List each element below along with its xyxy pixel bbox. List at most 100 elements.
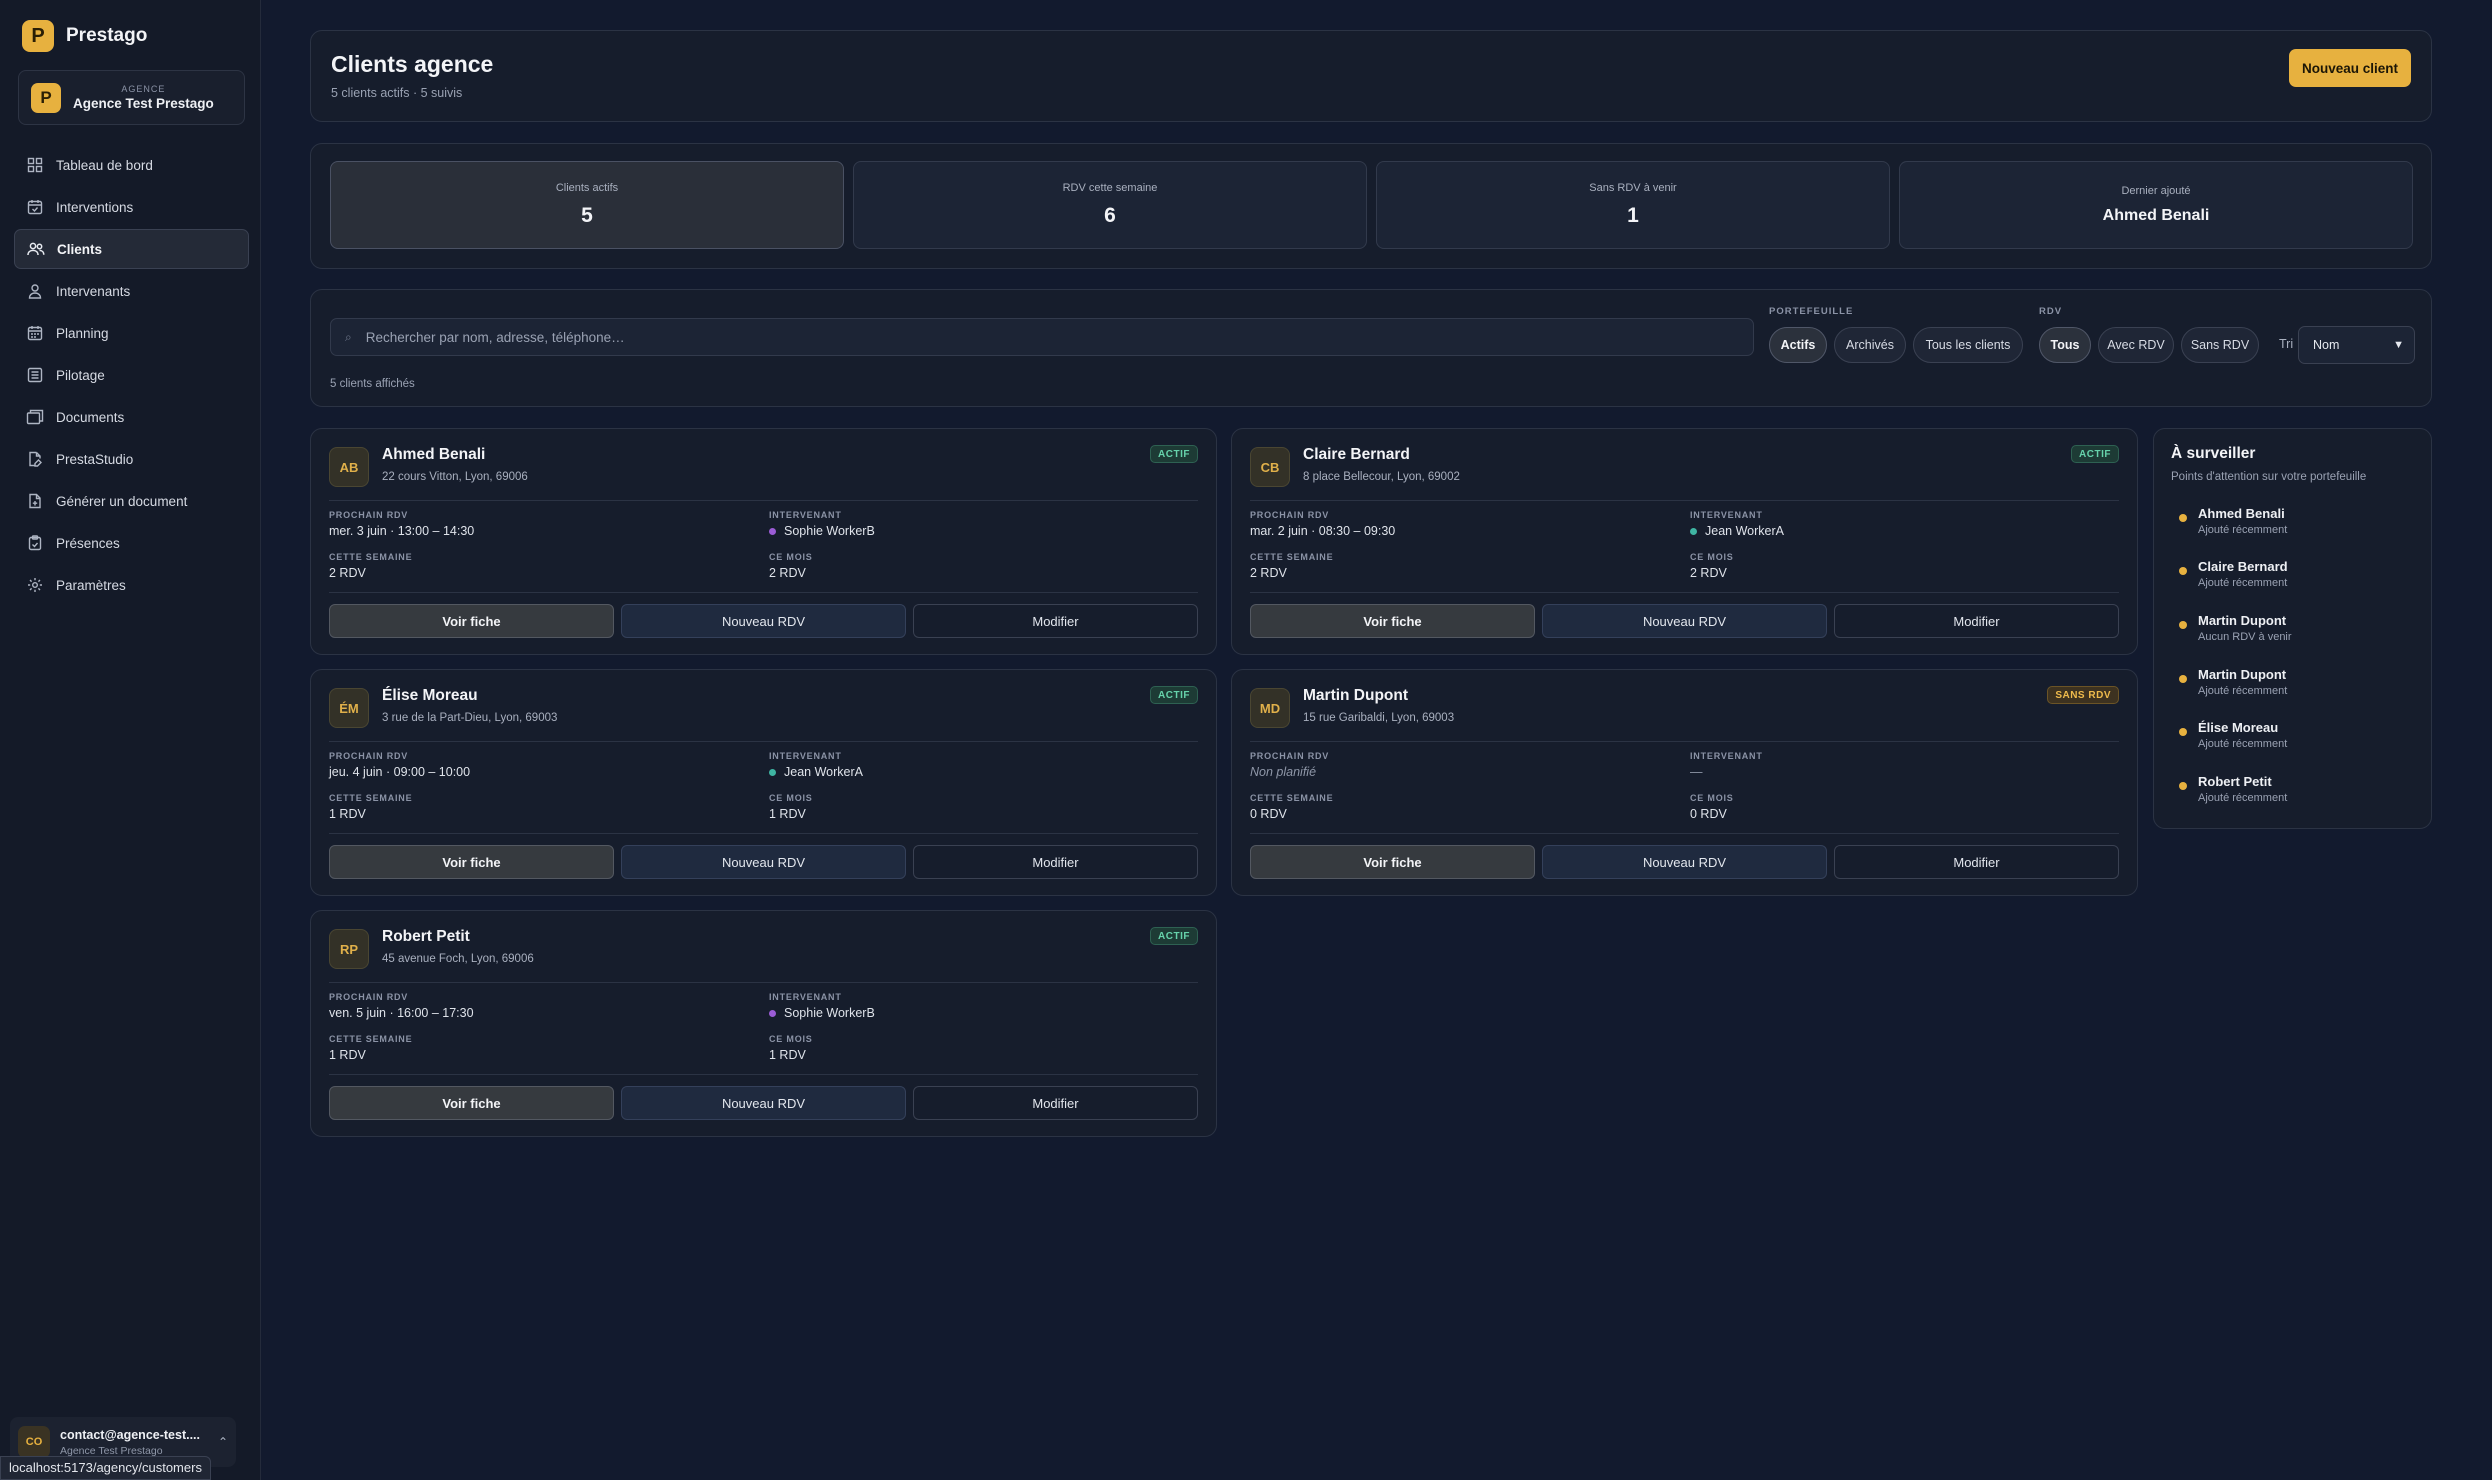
- filter-sans-rdv[interactable]: Sans RDV: [2181, 327, 2259, 363]
- watch-title: À surveiller: [2171, 445, 2256, 462]
- app-logo[interactable]: P Prestago: [22, 20, 147, 52]
- warning-dot: [2179, 514, 2187, 522]
- sidebar-item-label: Clients: [57, 241, 103, 257]
- warning-dot: [2179, 567, 2187, 575]
- documents-icon: [26, 408, 44, 426]
- page-subtitle: 5 clients actifs · 5 suivis: [331, 86, 463, 100]
- filter-archives[interactable]: Archivés: [1834, 327, 1906, 363]
- edit-client-button[interactable]: Modifier: [913, 604, 1198, 638]
- worker-value: Sophie WorkerB: [769, 1006, 875, 1020]
- next-rdv-label: PROCHAIN RDV: [1250, 510, 1330, 520]
- new-client-button[interactable]: Nouveau client: [2289, 49, 2411, 87]
- search-input[interactable]: ⌕ Rechercher par nom, adresse, téléphone…: [330, 318, 1754, 356]
- watch-subtitle: Points d'attention sur votre portefeuill…: [2171, 471, 2367, 483]
- stat-value: 6: [1104, 204, 1116, 227]
- sidebar-item-tableau-de-bord[interactable]: Tableau de bord: [14, 145, 249, 185]
- client-avatar: MD: [1250, 688, 1290, 728]
- client-name[interactable]: Claire Bernard: [1303, 446, 1410, 464]
- month-label: CE MOIS: [769, 552, 813, 562]
- view-client-button[interactable]: Voir fiche: [329, 845, 614, 879]
- divider: [329, 1074, 1198, 1075]
- sidebar-item-planning[interactable]: Planning: [14, 313, 249, 353]
- filter-rdv-tous[interactable]: Tous: [2039, 327, 2091, 363]
- edit-client-button[interactable]: Modifier: [913, 845, 1198, 879]
- sidebar-item-interventions[interactable]: Interventions: [14, 187, 249, 227]
- sidebar-item-intervenants[interactable]: Intervenants: [14, 271, 249, 311]
- watch-item[interactable]: Claire Bernard Ajouté récemment: [2171, 559, 2416, 599]
- stat-value: 5: [581, 204, 593, 227]
- view-client-button[interactable]: Voir fiche: [1250, 845, 1535, 879]
- watch-item[interactable]: Martin Dupont Ajouté récemment: [2171, 667, 2416, 707]
- watch-item-note: Ajouté récemment: [2198, 738, 2288, 750]
- next-rdv-value: Non planifié: [1250, 765, 1317, 779]
- filter-avec-rdv[interactable]: Avec RDV: [2098, 327, 2174, 363]
- divider: [329, 592, 1198, 593]
- sidebar-item-prestastudio[interactable]: PrestaStudio: [14, 439, 249, 479]
- warning-dot: [2179, 621, 2187, 629]
- sidebar-item-label: Documents: [56, 409, 125, 425]
- chevron-down-icon: ▼: [2393, 339, 2404, 351]
- month-label: CE MOIS: [769, 793, 813, 803]
- sidebar-item-generer-document[interactable]: Générer un document: [14, 481, 249, 521]
- filter-actifs[interactable]: Actifs: [1769, 327, 1827, 363]
- sidebar-item-pilotage[interactable]: Pilotage: [14, 355, 249, 395]
- new-rdv-button[interactable]: Nouveau RDV: [621, 845, 906, 879]
- week-value: 1 RDV: [329, 1048, 366, 1062]
- divider: [329, 982, 1198, 983]
- sidebar-item-label: Générer un document: [56, 493, 188, 509]
- month-label: CE MOIS: [1690, 552, 1734, 562]
- client-avatar: ÉM: [329, 688, 369, 728]
- client-card: MD Martin Dupont 15 rue Garibaldi, Lyon,…: [1231, 669, 2138, 896]
- agency-tag: AGENCE: [121, 84, 166, 94]
- new-rdv-button[interactable]: Nouveau RDV: [621, 604, 906, 638]
- edit-client-button[interactable]: Modifier: [913, 1086, 1198, 1120]
- worker-label: INTERVENANT: [1690, 510, 1763, 520]
- edit-client-button[interactable]: Modifier: [1834, 845, 2119, 879]
- watch-item-note: Ajouté récemment: [2198, 685, 2288, 697]
- next-rdv-value: mar. 2 juin · 08:30 – 09:30: [1250, 524, 1396, 538]
- client-name[interactable]: Ahmed Benali: [382, 446, 485, 464]
- watch-item-name: Claire Bernard: [2198, 559, 2288, 574]
- worker-dot: [769, 527, 776, 535]
- stat-dernier-ajoute: Dernier ajouté Ahmed Benali: [1899, 161, 2413, 249]
- client-name[interactable]: Martin Dupont: [1303, 687, 1408, 705]
- view-client-button[interactable]: Voir fiche: [1250, 604, 1535, 638]
- user-icon: [26, 282, 44, 300]
- watch-item-name: Martin Dupont: [2198, 613, 2287, 628]
- watch-item[interactable]: Martin Dupont Aucun RDV à venir: [2171, 613, 2416, 653]
- watch-item[interactable]: Ahmed Benali Ajouté récemment: [2171, 506, 2416, 546]
- status-badge: ACTIF: [2071, 445, 2119, 463]
- client-name[interactable]: Élise Moreau: [382, 687, 478, 705]
- stats-panel: Clients actifs 5 RDV cette semaine 6 San…: [310, 143, 2432, 269]
- agency-switcher[interactable]: P AGENCE Agence Test Prestago: [18, 70, 245, 125]
- week-label: CETTE SEMAINE: [329, 1034, 413, 1044]
- stat-sans-rdv: Sans RDV à venir 1: [1376, 161, 1890, 249]
- watch-item[interactable]: Robert Petit Ajouté récemment: [2171, 774, 2416, 814]
- worker-label: INTERVENANT: [769, 510, 842, 520]
- client-card: AB Ahmed Benali 22 cours Vitton, Lyon, 6…: [310, 428, 1217, 655]
- view-client-button[interactable]: Voir fiche: [329, 604, 614, 638]
- page-title: Clients agence: [331, 51, 494, 77]
- month-value: 2 RDV: [1690, 566, 1727, 580]
- list-icon: [26, 366, 44, 384]
- sort-label: Tri: [2279, 337, 2294, 351]
- month-label: CE MOIS: [769, 1034, 813, 1044]
- new-rdv-button[interactable]: Nouveau RDV: [621, 1086, 906, 1120]
- watch-item[interactable]: Élise Moreau Ajouté récemment: [2171, 720, 2416, 760]
- worker-label: INTERVENANT: [769, 751, 842, 761]
- sidebar-item-label: Tableau de bord: [56, 157, 153, 173]
- new-rdv-button[interactable]: Nouveau RDV: [1542, 604, 1827, 638]
- sidebar-item-presences[interactable]: Présences: [14, 523, 249, 563]
- gear-icon: [26, 576, 44, 594]
- view-client-button[interactable]: Voir fiche: [329, 1086, 614, 1120]
- client-name[interactable]: Robert Petit: [382, 928, 470, 946]
- sort-select[interactable]: Nom ▼: [2298, 326, 2415, 364]
- client-address: 15 rue Garibaldi, Lyon, 69003: [1303, 712, 1455, 724]
- sidebar-item-documents[interactable]: Documents: [14, 397, 249, 437]
- filter-tous-les-clients[interactable]: Tous les clients: [1913, 327, 2023, 363]
- sidebar-item-clients[interactable]: Clients: [14, 229, 249, 269]
- page-header: Clients agence 5 clients actifs · 5 suiv…: [310, 30, 2432, 122]
- sidebar-item-parametres[interactable]: Paramètres: [14, 565, 249, 605]
- edit-client-button[interactable]: Modifier: [1834, 604, 2119, 638]
- new-rdv-button[interactable]: Nouveau RDV: [1542, 845, 1827, 879]
